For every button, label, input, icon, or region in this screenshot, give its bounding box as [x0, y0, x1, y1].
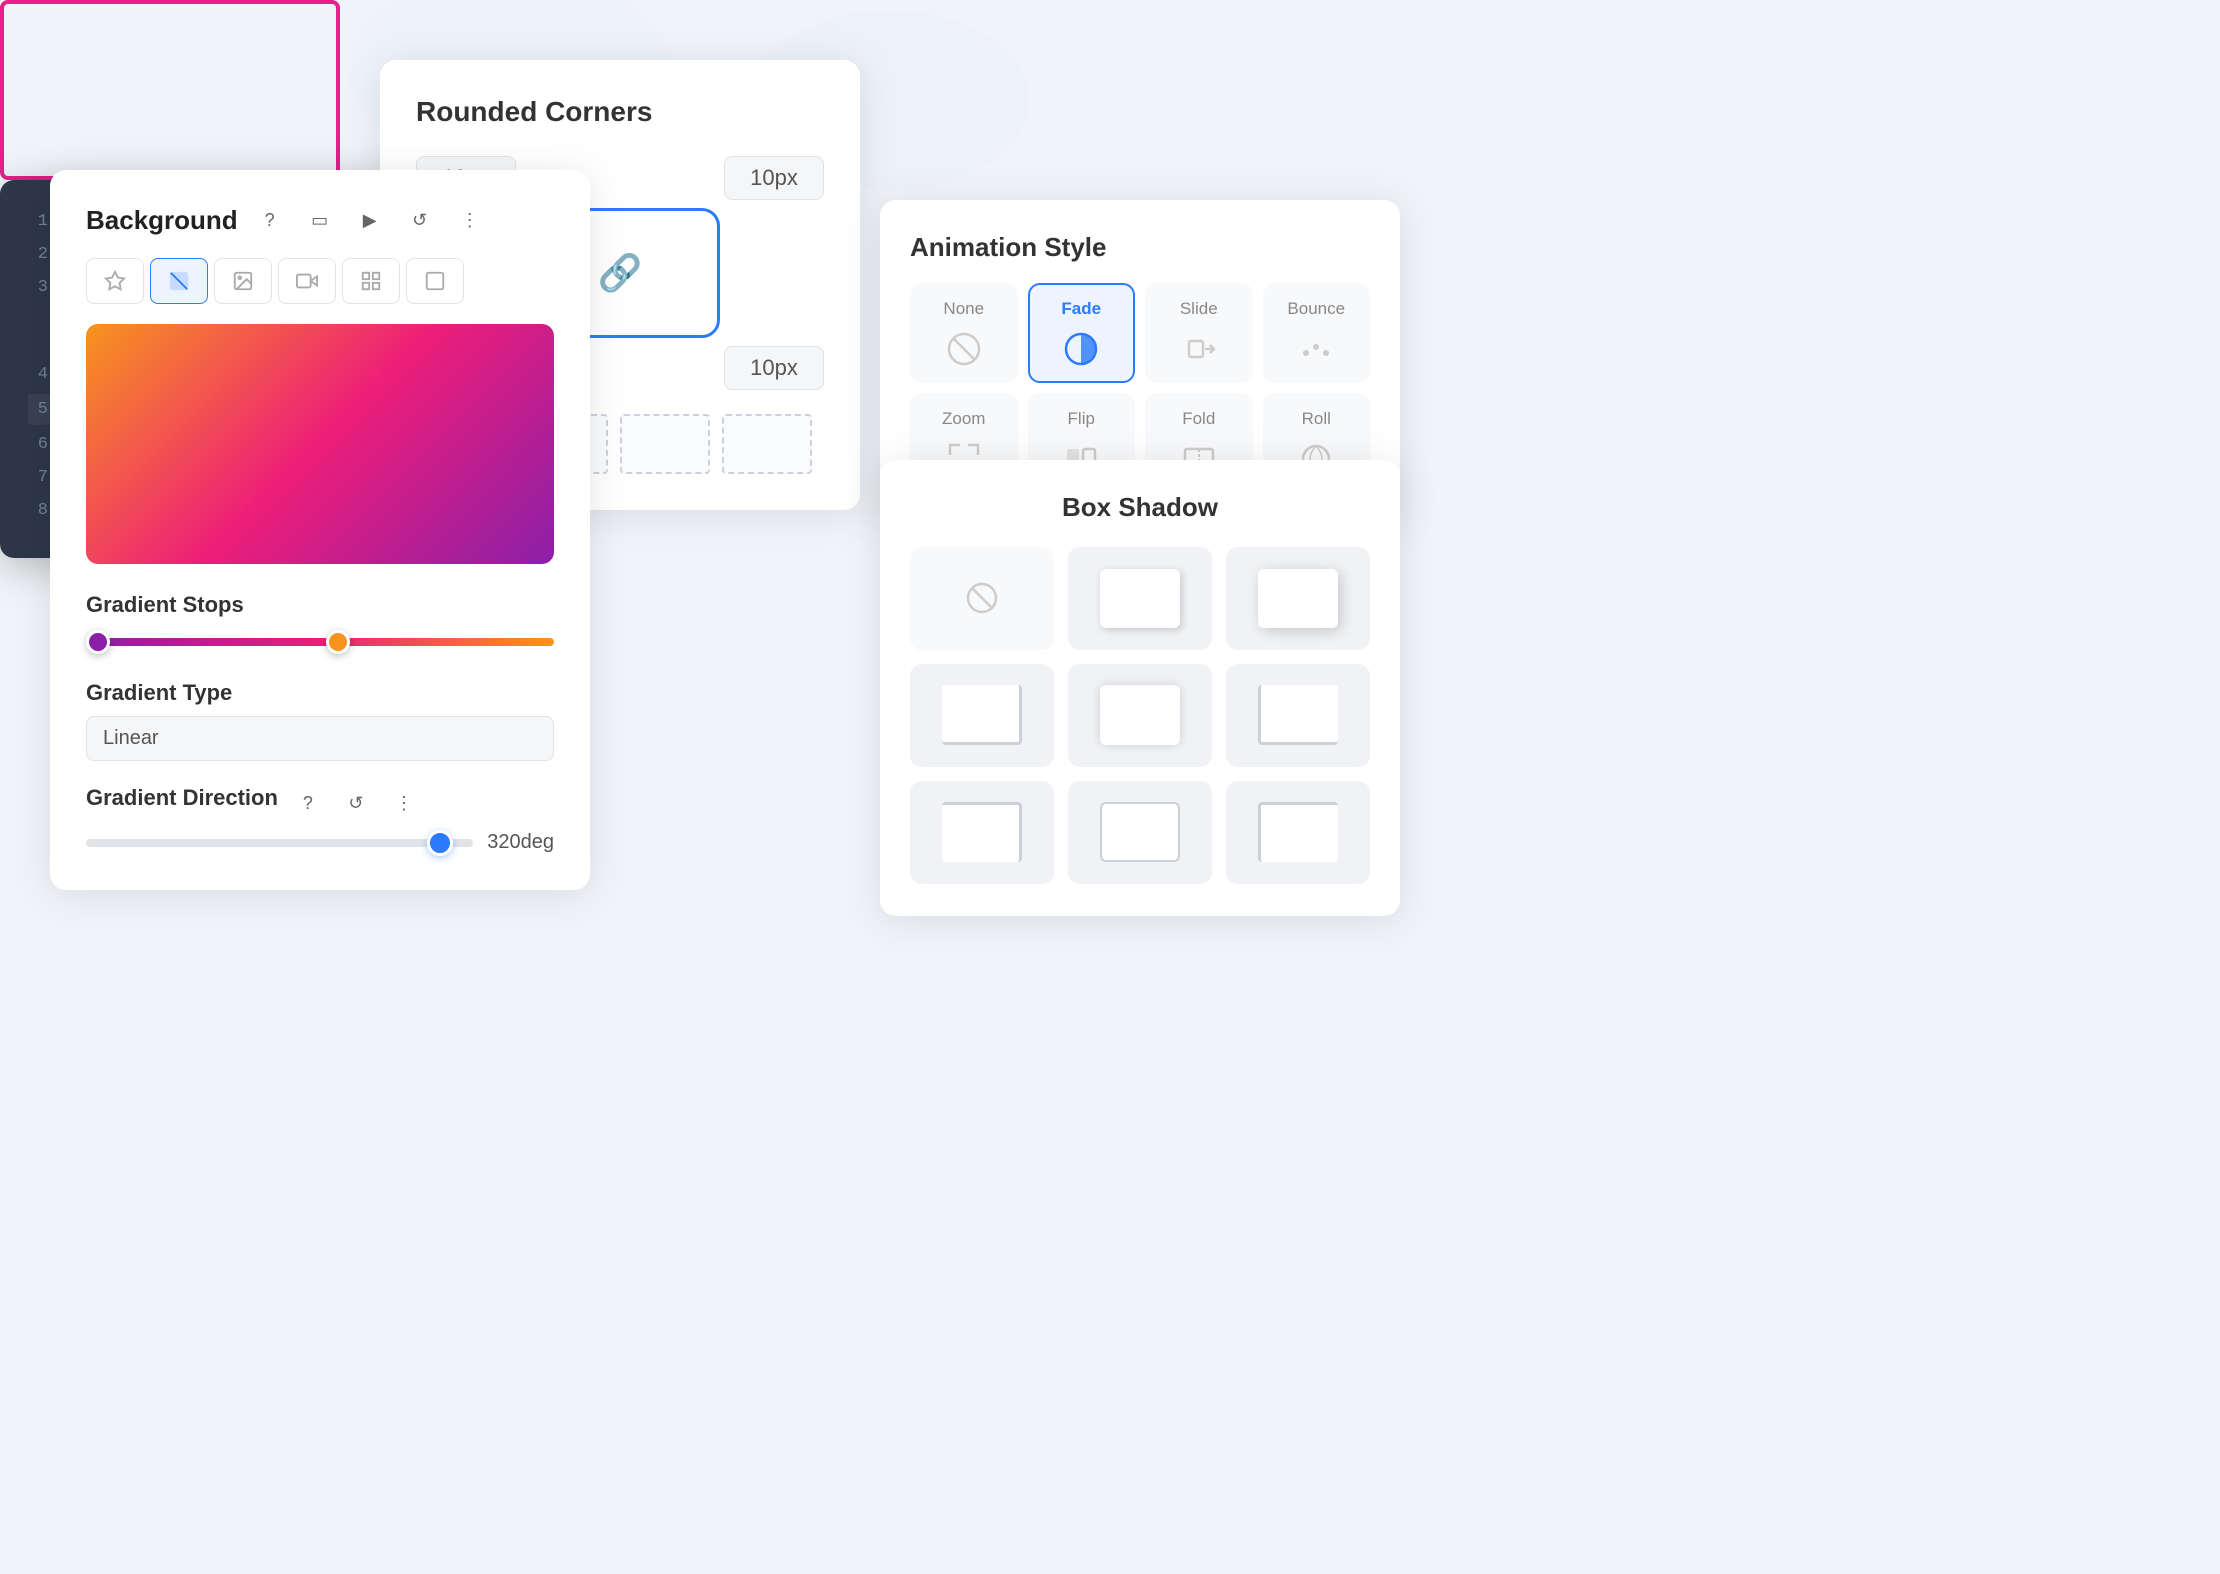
video-tool[interactable] — [278, 258, 336, 304]
direction-more-icon[interactable]: ⋮ — [386, 785, 422, 821]
gradient-preview — [86, 324, 554, 564]
gradient-direction-label: Gradient Direction — [86, 785, 278, 811]
shadow-sm-option[interactable] — [1068, 547, 1212, 650]
slider-track — [86, 638, 554, 646]
gradient-stops-label: Gradient Stops — [86, 592, 554, 618]
shadow-br-option[interactable] — [910, 664, 1054, 767]
shadow-center-preview — [1100, 685, 1181, 745]
shadow-br-preview — [942, 685, 1023, 745]
shadow-center-option[interactable] — [1068, 664, 1212, 767]
corner-top-right[interactable]: 10px — [724, 156, 824, 200]
bounce-icon — [1294, 327, 1338, 371]
direction-help-icon[interactable]: ? — [290, 785, 326, 821]
direction-undo-icon[interactable]: ↺ — [338, 785, 374, 821]
none-icon — [942, 327, 986, 371]
shadow-grid — [910, 547, 1370, 884]
more-icon[interactable]: ⋮ — [452, 202, 488, 238]
anim-roll-label: Roll — [1302, 409, 1331, 429]
rounded-corners-title: Rounded Corners — [416, 96, 824, 128]
anim-zoom-label: Zoom — [942, 409, 985, 429]
shadow-outline-option[interactable] — [1068, 781, 1212, 884]
anim-flip-label: Flip — [1068, 409, 1095, 429]
gradient-tool[interactable] — [150, 258, 208, 304]
shadow-tr-option[interactable] — [910, 781, 1054, 884]
gradient-type-value[interactable]: Linear — [86, 716, 554, 761]
help-icon[interactable]: ? — [252, 202, 288, 238]
corner-sub-3[interactable] — [620, 414, 710, 474]
direction-track — [86, 839, 473, 847]
bg-toolbar — [86, 258, 554, 304]
anim-fade[interactable]: Fade — [1028, 283, 1136, 383]
gradient-type-label: Gradient Type — [86, 680, 554, 706]
direction-value: 320deg — [487, 831, 554, 854]
slider-thumb-left[interactable] — [86, 630, 110, 654]
anim-fold-label: Fold — [1182, 409, 1215, 429]
link-icon: 🔗 — [598, 252, 643, 294]
shadow-outline-preview — [1100, 802, 1181, 862]
anim-bounce[interactable]: Bounce — [1263, 283, 1371, 383]
shadow-tr-preview — [942, 802, 1023, 862]
gradient-stops-slider — [86, 632, 554, 652]
shape-tool[interactable] — [406, 258, 464, 304]
undo-icon[interactable]: ↺ — [402, 202, 438, 238]
pattern-tool[interactable] — [342, 258, 400, 304]
shadow-bl-preview — [1258, 685, 1339, 745]
shadow-tl-preview — [1258, 802, 1339, 862]
background-panel: Background ? ▭ ▶ ↺ ⋮ Gradient Stops — [50, 170, 590, 890]
cursor-icon[interactable]: ▶ — [352, 202, 388, 238]
background-title: Background — [86, 205, 238, 236]
shadow-bl-option[interactable] — [1226, 664, 1370, 767]
corner-sub-4[interactable] — [722, 414, 812, 474]
direction-thumb[interactable] — [427, 830, 453, 856]
paint-tool[interactable] — [86, 258, 144, 304]
shadow-tl-option[interactable] — [1226, 781, 1370, 884]
fade-icon — [1059, 327, 1103, 371]
anim-none-label: None — [943, 299, 984, 319]
mobile-icon[interactable]: ▭ — [302, 202, 338, 238]
anim-slide[interactable]: Slide — [1145, 283, 1253, 383]
shadow-md-option[interactable] — [1226, 547, 1370, 650]
animation-title: Animation Style — [910, 232, 1370, 263]
shadow-sm-preview — [1100, 569, 1181, 629]
corner-bottom-right[interactable]: 10px — [724, 346, 824, 390]
slide-icon — [1177, 327, 1221, 371]
anim-bounce-label: Bounce — [1287, 299, 1345, 319]
box-shadow-title: Box Shadow — [910, 492, 1370, 523]
image-tool[interactable] — [214, 258, 272, 304]
anim-fade-label: Fade — [1061, 299, 1101, 319]
shadow-md-preview — [1258, 569, 1339, 629]
pink-border-box — [0, 0, 340, 180]
anim-slide-label: Slide — [1180, 299, 1218, 319]
slider-thumb-right[interactable] — [326, 630, 350, 654]
shadow-none-option[interactable] — [910, 547, 1054, 650]
box-shadow-panel: Box Shadow — [880, 460, 1400, 916]
anim-none[interactable]: None — [910, 283, 1018, 383]
